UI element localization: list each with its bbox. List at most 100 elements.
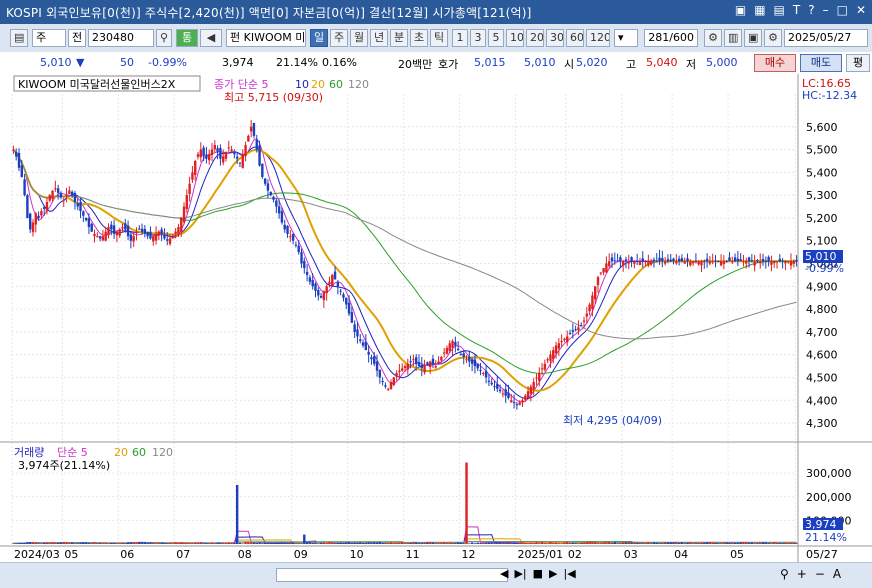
period-day[interactable]: 일	[310, 29, 328, 47]
code-input[interactable]: 230480	[88, 29, 154, 47]
scroll-end-icon[interactable]: ▶|	[514, 567, 526, 580]
candle-body	[242, 154, 244, 168]
volume-bar	[236, 485, 238, 544]
candle-body	[560, 341, 562, 342]
ask-label: 호가	[438, 56, 458, 72]
search-icon[interactable]: ⚲	[156, 29, 172, 47]
candle-body	[583, 320, 585, 321]
font-icon[interactable]: T	[793, 3, 800, 17]
help-icon[interactable]: ?	[808, 3, 814, 17]
volume-bar	[351, 543, 353, 544]
volume-bar	[37, 543, 39, 544]
zoom-out-icon[interactable]: −	[815, 567, 825, 581]
market-select[interactable]: 주	[32, 29, 66, 47]
volume-bar	[393, 543, 395, 544]
settings-icon[interactable]: ⚙	[704, 29, 722, 47]
scroll-track[interactable]	[276, 568, 508, 582]
candle-body	[521, 400, 523, 402]
volume-bar	[482, 543, 484, 544]
candle-body	[373, 356, 375, 363]
x-tick-label: 2025/01	[517, 548, 563, 561]
candle-body	[709, 261, 711, 263]
grid-icon[interactable]: ▦	[754, 3, 765, 17]
scroll-bar[interactable]: ◀ ▶| ■ ▶ |◀ ⚲ + − A	[0, 562, 872, 588]
period-minute[interactable]: 분	[390, 29, 408, 47]
gear-icon[interactable]: ⚙	[764, 29, 782, 47]
volume-bar	[594, 542, 596, 544]
magnifier-icon[interactable]: ⚲	[780, 567, 789, 581]
num-120[interactable]: 120	[586, 29, 610, 47]
num-3[interactable]: 3	[470, 29, 486, 47]
candle-body	[65, 195, 67, 196]
scroll-start-icon[interactable]: |◀	[564, 567, 576, 580]
candle-body	[555, 346, 557, 354]
volume-bar	[132, 542, 134, 544]
num-60[interactable]: 60	[566, 29, 584, 47]
fund-name-field[interactable]: 펀 KIWOOM 미국	[226, 29, 306, 47]
num-10[interactable]: 10	[506, 29, 524, 47]
candle-body	[367, 352, 369, 355]
candle-body	[745, 261, 747, 263]
num-20[interactable]: 20	[526, 29, 544, 47]
close-icon[interactable]: ✕	[856, 3, 866, 17]
volume-bar	[477, 543, 479, 544]
period-second[interactable]: 초	[410, 29, 428, 47]
scroll-left-icon[interactable]: ◀	[500, 567, 508, 580]
prev-select[interactable]: 전	[68, 29, 86, 47]
num-30[interactable]: 30	[546, 29, 564, 47]
candle-body	[197, 154, 199, 157]
window-titlebar: KOSPI 외국인보유[0(천)] 주식수[2,420(천)] 액면[0] 자본…	[0, 0, 872, 24]
period-week[interactable]: 주	[330, 29, 348, 47]
chart-icon[interactable]: ▤	[774, 3, 785, 17]
candle-body	[110, 225, 112, 230]
buy-button[interactable]: 매수	[754, 54, 796, 72]
period-year[interactable]: 년	[370, 29, 388, 47]
price-chart[interactable]: 5,6005,5005,4005,3005,2005,1005,0004,900…	[0, 74, 872, 562]
volume-bar	[26, 542, 28, 544]
candle-body	[323, 291, 325, 300]
period-tick[interactable]: 틱	[430, 29, 448, 47]
font-size-icon[interactable]: A	[833, 567, 841, 581]
play-icon[interactable]: ▶	[549, 567, 557, 580]
sell-button[interactable]: 매도	[800, 54, 842, 72]
candle-body	[415, 357, 417, 364]
candle-body	[614, 260, 616, 261]
maximize-icon[interactable]: □	[837, 3, 848, 17]
volume-bar	[77, 543, 79, 544]
window-icon[interactable]: ▣	[735, 3, 746, 17]
layout-icon[interactable]: ▥	[724, 29, 742, 47]
num-1[interactable]: 1	[452, 29, 468, 47]
save-icon[interactable]: ▣	[744, 29, 762, 47]
num-5[interactable]: 5	[488, 29, 504, 47]
candle-body	[572, 330, 574, 332]
candle-body	[342, 294, 344, 297]
volume-bar	[200, 542, 202, 544]
volume-bar	[518, 542, 520, 544]
candle-body	[552, 350, 554, 359]
menu-icon[interactable]: ▤	[10, 29, 28, 47]
period-month[interactable]: 월	[350, 29, 368, 47]
volume-bar	[387, 543, 389, 544]
stop-icon[interactable]: ■	[533, 567, 543, 580]
vol-tick-label: 300,000	[806, 467, 852, 480]
tong-button[interactable]: 통	[176, 29, 198, 47]
y-tick-label: 4,300	[806, 417, 838, 430]
volume-bar	[225, 543, 227, 544]
custom-select[interactable]: ▾	[614, 29, 638, 47]
candle-body	[208, 154, 210, 160]
volume-bar	[577, 543, 579, 544]
speaker-icon[interactable]: ◀	[200, 29, 222, 47]
count-field[interactable]: 281/600	[644, 29, 698, 47]
candle-body	[678, 259, 680, 261]
date-input[interactable]: 2025/05/27	[784, 29, 868, 47]
candle-body	[88, 218, 90, 227]
volume-bar	[314, 543, 316, 544]
minimize-icon[interactable]: –	[823, 3, 829, 17]
last-vol-pct-label: 21.14%	[805, 531, 847, 544]
zoom-in-icon[interactable]: +	[797, 567, 807, 581]
legend-ma120: 120	[348, 78, 369, 91]
candle-body	[63, 200, 65, 201]
legend-vol-ma60: 60	[132, 446, 146, 459]
eval-button[interactable]: 평	[846, 54, 870, 72]
volume-bar	[672, 542, 674, 544]
